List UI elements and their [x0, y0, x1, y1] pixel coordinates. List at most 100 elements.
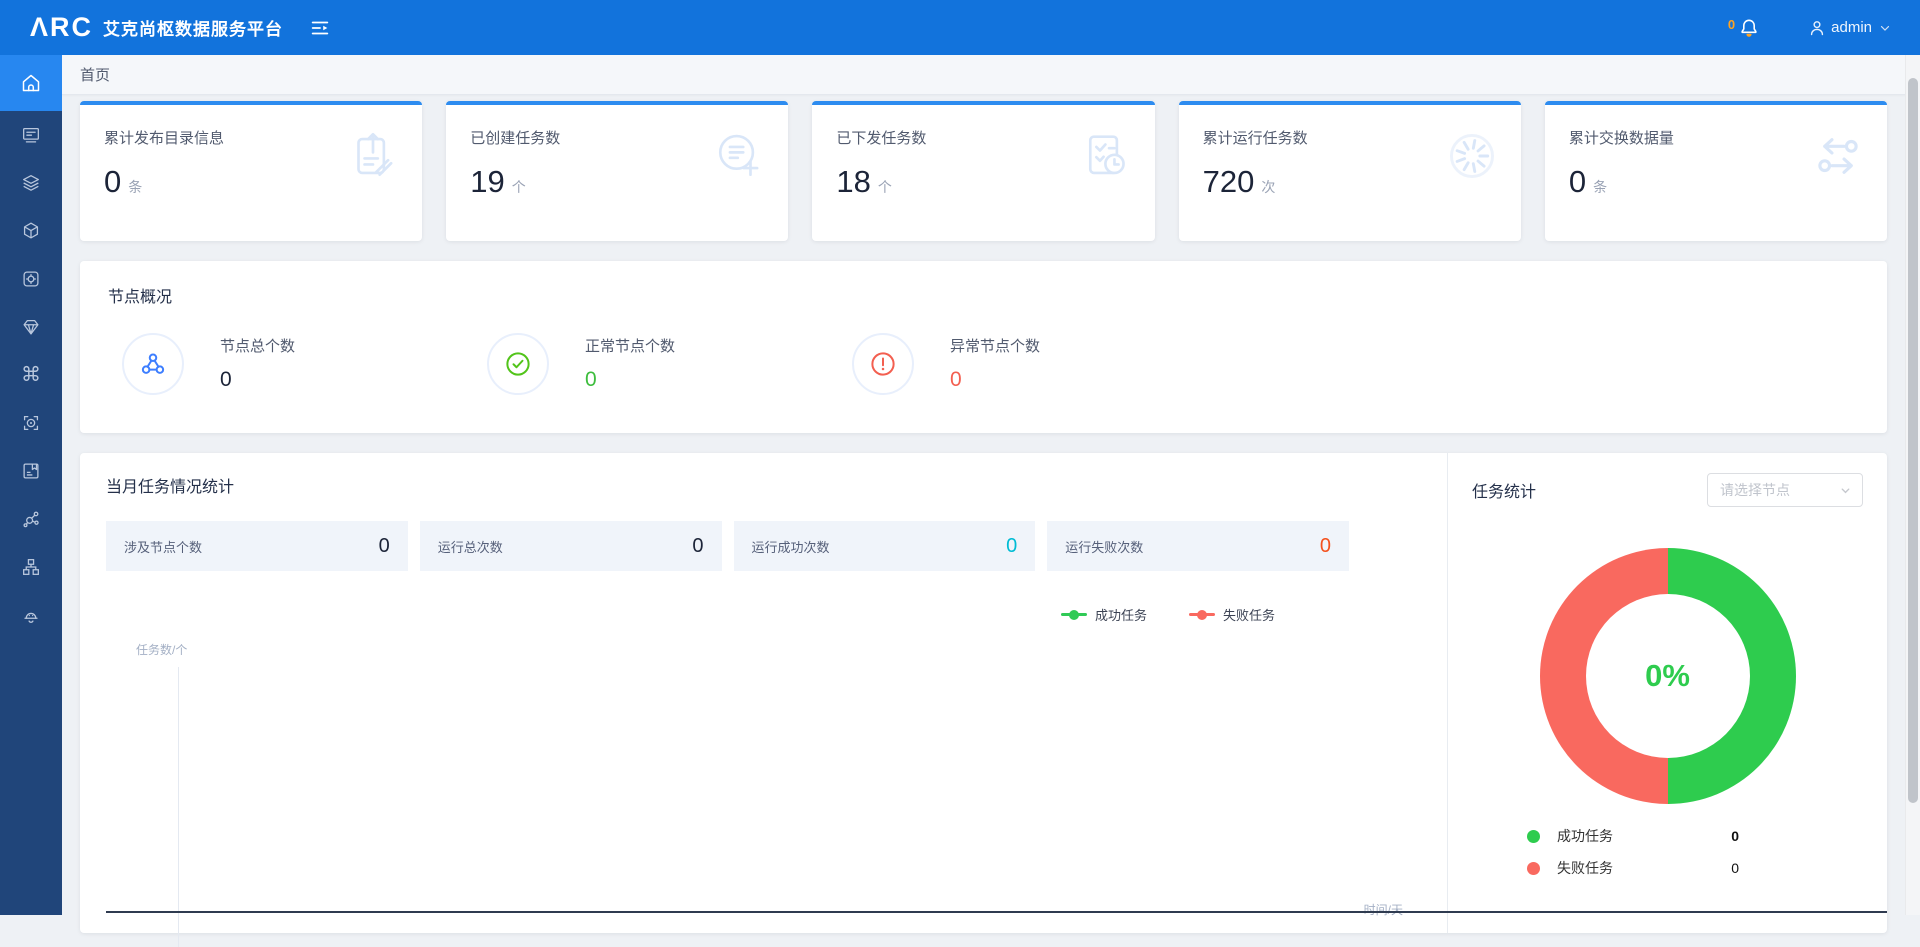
- node-normal-value: 0: [585, 368, 675, 392]
- donut-success-dot: [1527, 830, 1540, 843]
- notification-bell[interactable]: 0: [1728, 16, 1761, 40]
- sidebar-item-gem[interactable]: [0, 303, 62, 351]
- node-overview-panel: 节点概况 节点总个数 0: [80, 261, 1887, 433]
- stat-box-label: 运行总次数: [438, 537, 503, 556]
- node-select-placeholder: 请选择节点: [1720, 480, 1790, 500]
- sidebar-item-layers[interactable]: [0, 159, 62, 207]
- stat-box-nodes-involved: 涉及节点个数 0: [106, 521, 408, 571]
- collapse-menu-icon[interactable]: [309, 17, 331, 39]
- node-abnormal-value: 0: [950, 368, 1040, 392]
- sidebar-item-cube[interactable]: [0, 207, 62, 255]
- node-normal-item: 正常节点个数 0: [487, 333, 852, 395]
- stat-card-value: 18: [836, 164, 870, 200]
- sidebar-item-dashboard[interactable]: [0, 111, 62, 159]
- sidebar-item-archive[interactable]: [0, 447, 62, 495]
- stat-box-value: 0: [1320, 535, 1331, 558]
- sidebar-nav: ⌘: [0, 55, 62, 915]
- user-avatar-icon: [1807, 18, 1827, 38]
- node-total-icon: [138, 349, 168, 379]
- stat-box-success-runs: 运行成功次数 0: [734, 521, 1036, 571]
- donut-fail-dot: [1527, 862, 1540, 875]
- chart-y-axis-label: 任务数/个: [136, 641, 187, 658]
- task-stats-title: 任务统计: [1472, 478, 1536, 502]
- sidebar-item-service[interactable]: [0, 255, 62, 303]
- stat-box-value: 0: [379, 535, 390, 558]
- cube-icon: [20, 220, 42, 242]
- brand-logo: ΛRC: [30, 14, 93, 41]
- stat-card-unit: 次: [1261, 177, 1275, 197]
- legend-success-tasks[interactable]: 成功任务: [1061, 605, 1147, 624]
- gem-icon: [20, 316, 42, 338]
- legend-success-mark: [1061, 613, 1087, 616]
- donut-success-value: 0: [1731, 828, 1739, 844]
- sidebar-item-relation[interactable]: [0, 495, 62, 543]
- donut-fail-label: 失败任务: [1557, 858, 1613, 878]
- username: admin: [1831, 19, 1872, 36]
- node-total-item: 节点总个数 0: [122, 333, 487, 395]
- home-icon: [19, 71, 43, 95]
- stat-card-value: 19: [470, 164, 504, 200]
- vertical-scrollbar: [1905, 55, 1920, 915]
- stat-box-value: 0: [1006, 535, 1017, 558]
- stat-box-label: 运行成功次数: [752, 537, 830, 556]
- sidebar-item-command[interactable]: ⌘: [0, 351, 62, 399]
- user-menu[interactable]: admin: [1807, 18, 1892, 38]
- main-content: 累计发布目录信息 0条 已创建任务数 19个 已下发任务数 18个 累计运行: [62, 95, 1905, 915]
- donut-success-label: 成功任务: [1557, 826, 1613, 846]
- task-created-icon: [710, 127, 768, 185]
- legend-success-label: 成功任务: [1095, 605, 1147, 624]
- stat-card-value: 720: [1203, 164, 1255, 200]
- scrollbar-thumb[interactable]: [1908, 78, 1918, 803]
- stat-box-label: 运行失败次数: [1065, 537, 1143, 556]
- stat-box-value: 0: [692, 535, 703, 558]
- command-icon: ⌘: [21, 365, 41, 385]
- line-chart-legend: 成功任务 失败任务: [106, 605, 1421, 624]
- task-run-icon: [1443, 127, 1501, 185]
- breadcrumb-home-tab[interactable]: 首页: [80, 64, 110, 85]
- donut-legend-success[interactable]: 成功任务 0: [1527, 826, 1739, 846]
- layers-icon: [20, 172, 42, 194]
- stat-card-unit: 条: [128, 177, 142, 197]
- stat-card-tasks-run: 累计运行任务数 720次: [1179, 101, 1521, 241]
- sitemap-icon: [20, 556, 42, 578]
- stat-card-value: 0: [1569, 164, 1586, 200]
- legend-fail-label: 失败任务: [1223, 605, 1275, 624]
- node-overview-row: 节点总个数 0 正常节点个数 0: [108, 333, 1859, 395]
- data-exchange-icon: [1809, 127, 1867, 185]
- chevron-down-icon: [1878, 21, 1892, 35]
- monthly-stat-boxes: 涉及节点个数 0 运行总次数 0 运行成功次数 0 运行失败次数 0: [106, 521, 1349, 571]
- chart-y-axis-line: [178, 667, 179, 947]
- node-abnormal-circle: [852, 333, 914, 395]
- node-select-dropdown[interactable]: 请选择节点: [1707, 473, 1863, 507]
- sidebar-item-home[interactable]: [0, 55, 62, 111]
- monthly-stats-title: 当月任务情况统计: [106, 473, 1421, 497]
- task-stats-panel: 任务统计 请选择节点 0% 成功任务 0 失败任务 0: [1447, 453, 1887, 933]
- donut-fail-value: 0: [1731, 860, 1739, 876]
- donut-legend: 成功任务 0 失败任务 0: [1527, 826, 1739, 878]
- stat-card-unit: 个: [878, 177, 892, 197]
- node-normal-icon: [503, 349, 533, 379]
- donut-center-percent: 0%: [1540, 548, 1796, 804]
- stat-card-data-exchanged: 累计交换数据量 0条: [1545, 101, 1887, 241]
- archive-book-icon: [20, 460, 42, 482]
- node-normal-label: 正常节点个数: [585, 335, 675, 356]
- bell-icon: [1737, 16, 1761, 40]
- chevron-down-icon: [1839, 484, 1852, 497]
- node-total-circle: [122, 333, 184, 395]
- legend-success-dot: [1069, 610, 1079, 620]
- monthly-task-stats: 当月任务情况统计 涉及节点个数 0 运行总次数 0 运行成功次数 0 运行失败次…: [80, 453, 1447, 933]
- sidebar-item-sitemap[interactable]: [0, 543, 62, 591]
- stat-card-value: 0: [104, 164, 121, 200]
- node-abnormal-item: 异常节点个数 0: [852, 333, 1217, 395]
- legend-failed-tasks[interactable]: 失败任务: [1189, 605, 1275, 624]
- stat-card-unit: 个: [512, 177, 526, 197]
- relation-icon: [20, 508, 42, 530]
- sidebar-item-target[interactable]: [0, 399, 62, 447]
- donut-legend-fail[interactable]: 失败任务 0: [1527, 858, 1739, 878]
- sidebar-item-alarm[interactable]: [0, 591, 62, 639]
- target-icon: [20, 412, 42, 434]
- chart-x-axis-label: 时间/天: [1364, 901, 1403, 918]
- top-bar: ΛRC 艾克尚枢数据服务平台 0 admin: [0, 0, 1920, 55]
- dashboard-icon: [20, 124, 42, 146]
- chart-x-axis-line: [106, 911, 1887, 913]
